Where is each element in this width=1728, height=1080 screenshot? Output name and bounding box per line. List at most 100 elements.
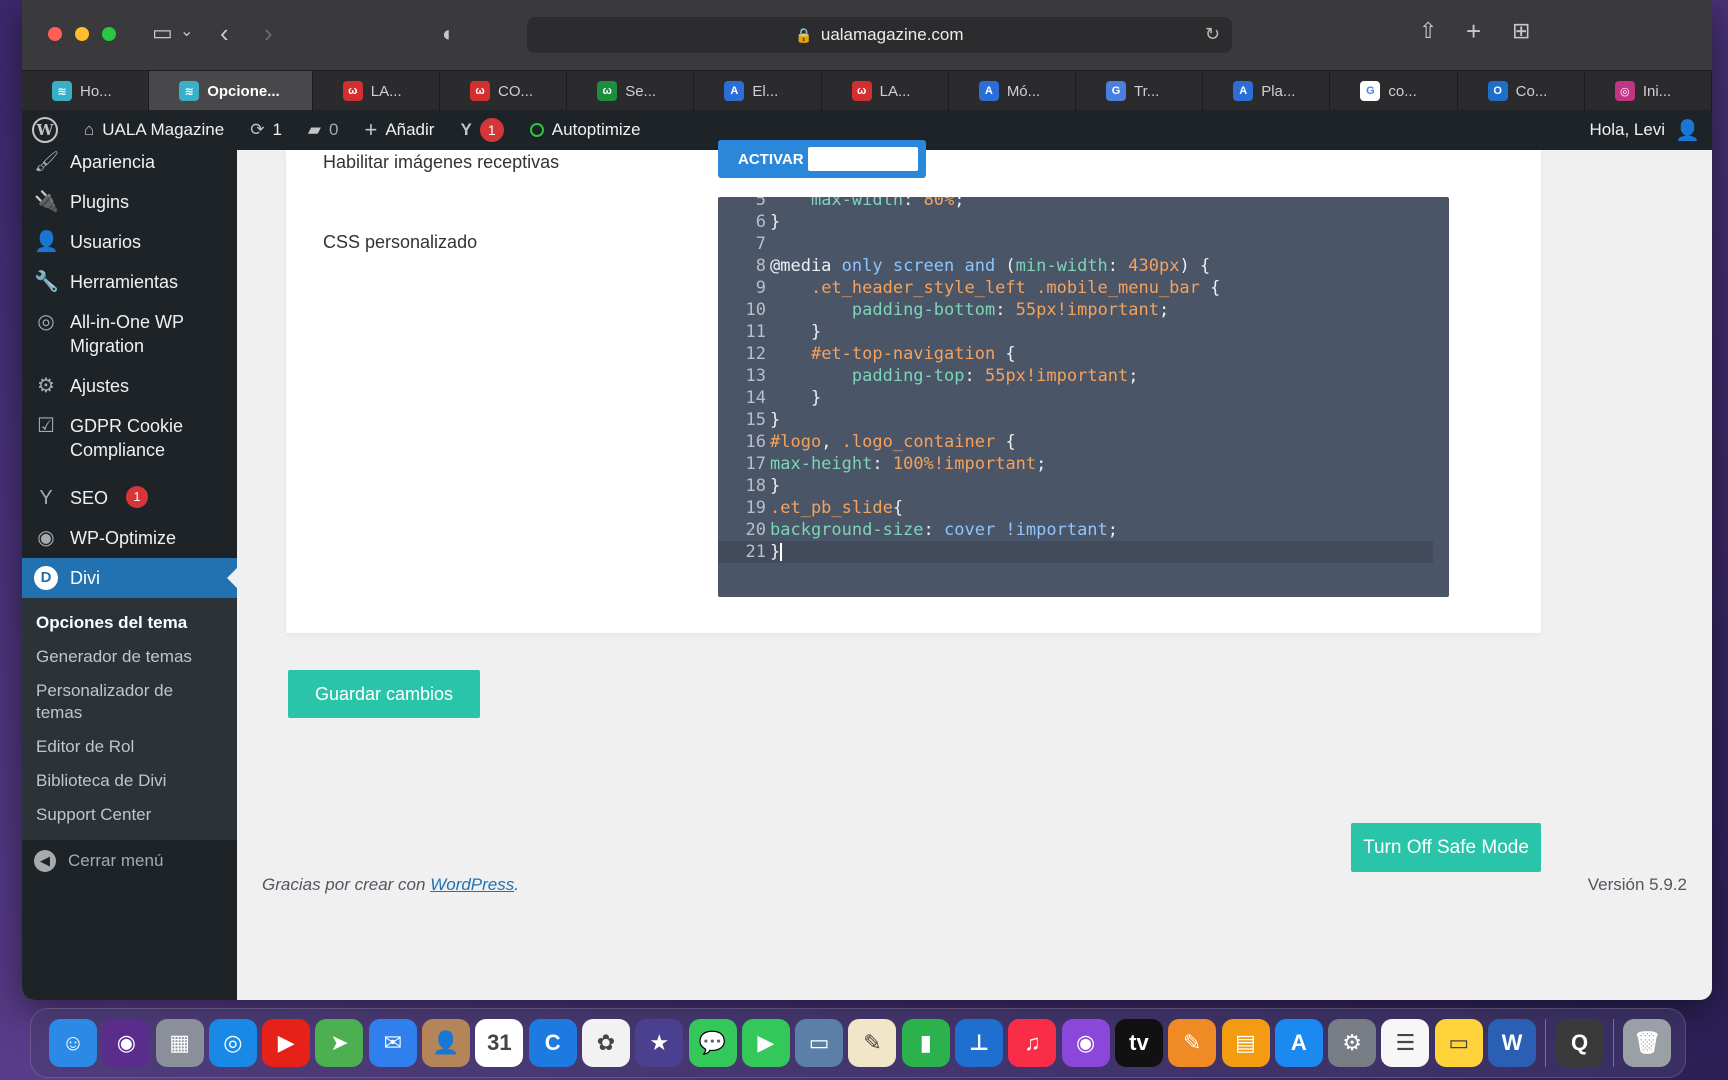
browser-tab[interactable]: ≋ Opcione... (149, 71, 313, 111)
podcasts-icon[interactable]: ◉ (1061, 1019, 1110, 1067)
notes-icon[interactable]: ▭ (1434, 1019, 1483, 1067)
pages-icon[interactable]: ✎ (1168, 1019, 1217, 1067)
new-tab-icon[interactable]: + (1466, 18, 1481, 44)
sidebar-item-herramientas[interactable]: 🔧 Herramientas (22, 262, 237, 302)
collapse-menu-button[interactable]: ◀ Cerrar menú (22, 840, 237, 882)
privacy-shield-icon[interactable]: ◐ (442, 23, 455, 45)
wordpress-link[interactable]: WordPress (430, 875, 514, 894)
code-text: } (770, 542, 783, 562)
books-icon[interactable]: ▤ (1221, 1019, 1270, 1067)
imovie-icon[interactable]: ★ (635, 1019, 684, 1067)
tab-bar: ≋ Ho... ≋ Opcione... ω LA... ω CO... ω Se... A El..… (22, 70, 1712, 111)
sidebar-item-apariencia[interactable]: 🖌 Apariencia (22, 142, 237, 182)
browser-tab[interactable]: O Co... (1458, 71, 1585, 111)
finder-icon[interactable]: ☺ (49, 1019, 97, 1067)
code-line: 19 .et_pb_slide{ (718, 497, 1449, 519)
wordpress-logo-icon[interactable]: W (32, 117, 58, 143)
launchpad-icon[interactable]: ▦ (155, 1019, 204, 1067)
browser-tab[interactable]: ≋ Ho... (22, 71, 150, 111)
code-text: padding-top: 55px!important; (851, 366, 1139, 386)
sidebar-ajustes-icon: ⚙ (37, 375, 55, 397)
zoom-window-button[interactable] (102, 27, 116, 41)
sidebar-item-usuarios[interactable]: 👤 Usuarios (22, 222, 237, 262)
facetime-icon[interactable]: ▶ (741, 1019, 790, 1067)
sidebar-item-divi[interactable]: D Divi (22, 558, 237, 598)
minimize-window-button[interactable] (75, 27, 89, 41)
yoast-seo-link[interactable]: Y 1 (460, 118, 504, 142)
my-account-link[interactable]: Hola, Levi 👤 (1589, 110, 1700, 150)
sidebar-item-gdpr-cookie-compliance[interactable]: ☑ GDPR Cookie Compliance (22, 406, 237, 470)
tab-label: CO... (498, 82, 534, 100)
sidebar-item-seo[interactable]: Y SEO 1 (22, 478, 237, 518)
reload-icon[interactable]: ↻ (1205, 24, 1220, 45)
browser-tab[interactable]: A Pla... (1203, 71, 1331, 111)
chevron-down-icon[interactable]: ⌄ (180, 24, 193, 40)
word-icon[interactable]: W (1488, 1019, 1537, 1067)
browser-tab[interactable]: A El... (694, 71, 822, 111)
browser-tab[interactable]: ω LA... (822, 71, 949, 111)
browser-tab[interactable]: G Tr... (1076, 71, 1204, 111)
maps-icon[interactable]: ➤ (315, 1019, 364, 1067)
custom-css-editor[interactable]: 5 max-width: 80%; 6} 7 8 @media only screen … (718, 197, 1449, 597)
forward-icon[interactable]: › (264, 20, 273, 46)
messages-icon[interactable]: 💬 (688, 1019, 737, 1067)
line-number: 18 (745, 476, 766, 496)
safari-icon[interactable]: ◎ (208, 1019, 257, 1067)
preview-icon[interactable]: ▭ (795, 1019, 844, 1067)
quicktime-icon[interactable]: Q (1555, 1019, 1604, 1067)
tab-label: Opcione... (207, 82, 280, 100)
submenu-item-generador-de-temas[interactable]: Generador de temas (22, 640, 237, 674)
code-line: 9 .et_header_style_left .mobile_menu_bar… (718, 277, 1449, 299)
submenu-item-support-center[interactable]: Support Center (22, 798, 237, 832)
browser-tab[interactable]: ω Se... (567, 71, 695, 111)
youtube-icon[interactable]: ▶ (262, 1019, 311, 1067)
browser-tab[interactable]: A Mó... (949, 71, 1077, 111)
browser-tab[interactable]: ◎ Ini... (1585, 71, 1712, 111)
music-icon[interactable]: ♫ (1008, 1019, 1057, 1067)
sidebar-item-all-in-one-wp-migration[interactable]: ◎ All-in-One WP Migration (22, 302, 237, 366)
mail-icon[interactable]: ✉ (368, 1019, 417, 1067)
submenu-item-biblioteca-de-divi[interactable]: Biblioteca de Divi (22, 764, 237, 798)
textedit-icon[interactable]: ✎ (848, 1019, 897, 1067)
sidebar-item-plugins[interactable]: 🔌 Plugins (22, 182, 237, 222)
sidebar-item-ajustes[interactable]: ⚙ Ajustes (22, 366, 237, 406)
numbers-icon[interactable]: ▮ (901, 1019, 950, 1067)
submenu-item-personalizador-de-temas[interactable]: Personalizador de temas (22, 674, 212, 730)
responsive-images-toggle[interactable]: ACTIVAR (718, 140, 926, 178)
close-window-button[interactable] (48, 27, 62, 41)
code-line: 13 padding-top: 55px!important; (718, 365, 1449, 387)
siri-icon[interactable]: ◉ (102, 1019, 151, 1067)
sidebar-toggle-icon[interactable]: ▭ (152, 22, 173, 44)
share-icon[interactable]: ⇧ (1419, 20, 1437, 42)
line-number: 7 (755, 234, 766, 254)
browser-tab[interactable]: ω CO... (440, 71, 568, 111)
add-new-link[interactable]: + Añadir (364, 117, 434, 143)
submenu-item-editor-de-rol[interactable]: Editor de Rol (22, 730, 237, 764)
tv-icon[interactable]: tv (1114, 1019, 1163, 1067)
calendar-icon[interactable]: 31 (475, 1019, 524, 1067)
tab-favicon-icon: G (1360, 81, 1381, 101)
reminders-icon[interactable]: ☰ (1381, 1019, 1430, 1067)
trash-icon[interactable]: 🗑 (1623, 1019, 1672, 1067)
address-bar[interactable]: 🔒 ualamagazine.com ↻ (527, 17, 1232, 53)
back-icon[interactable]: ‹ (220, 20, 229, 46)
browser-tab[interactable]: ω LA... (313, 71, 440, 111)
site-name-link[interactable]: ⌂ UALA Magazine (84, 120, 224, 140)
photos-icon[interactable]: ✿ (581, 1019, 630, 1067)
keynote-icon[interactable]: ⊥ (955, 1019, 1004, 1067)
responsive-images-label: Habilitar imágenes receptivas (323, 152, 560, 172)
system-preferences-icon[interactable]: ⚙ (1328, 1019, 1377, 1067)
tab-overview-icon[interactable]: ⊞ (1512, 20, 1530, 42)
code-text: @media only screen and (min-width: 430px… (770, 256, 1211, 276)
save-changes-button[interactable]: Guardar cambios (288, 670, 480, 718)
appstore-icon[interactable]: A (1274, 1019, 1323, 1067)
comments-link[interactable]: ▰ 0 (308, 120, 339, 140)
autoptimize-link[interactable]: Autoptimize (529, 120, 641, 140)
browser-tab[interactable]: Gco... (1330, 71, 1458, 111)
submenu-item-opciones-del-tema[interactable]: Opciones del tema (22, 606, 237, 640)
turn-off-safe-mode-button[interactable]: Turn Off Safe Mode (1351, 823, 1541, 872)
cursive-icon[interactable]: C (528, 1019, 577, 1067)
contacts-icon[interactable]: 👤 (422, 1019, 471, 1067)
sidebar-item-wp-optimize[interactable]: ◉ WP-Optimize (22, 518, 237, 558)
updates-link[interactable]: ⟳ 1 (250, 120, 282, 140)
